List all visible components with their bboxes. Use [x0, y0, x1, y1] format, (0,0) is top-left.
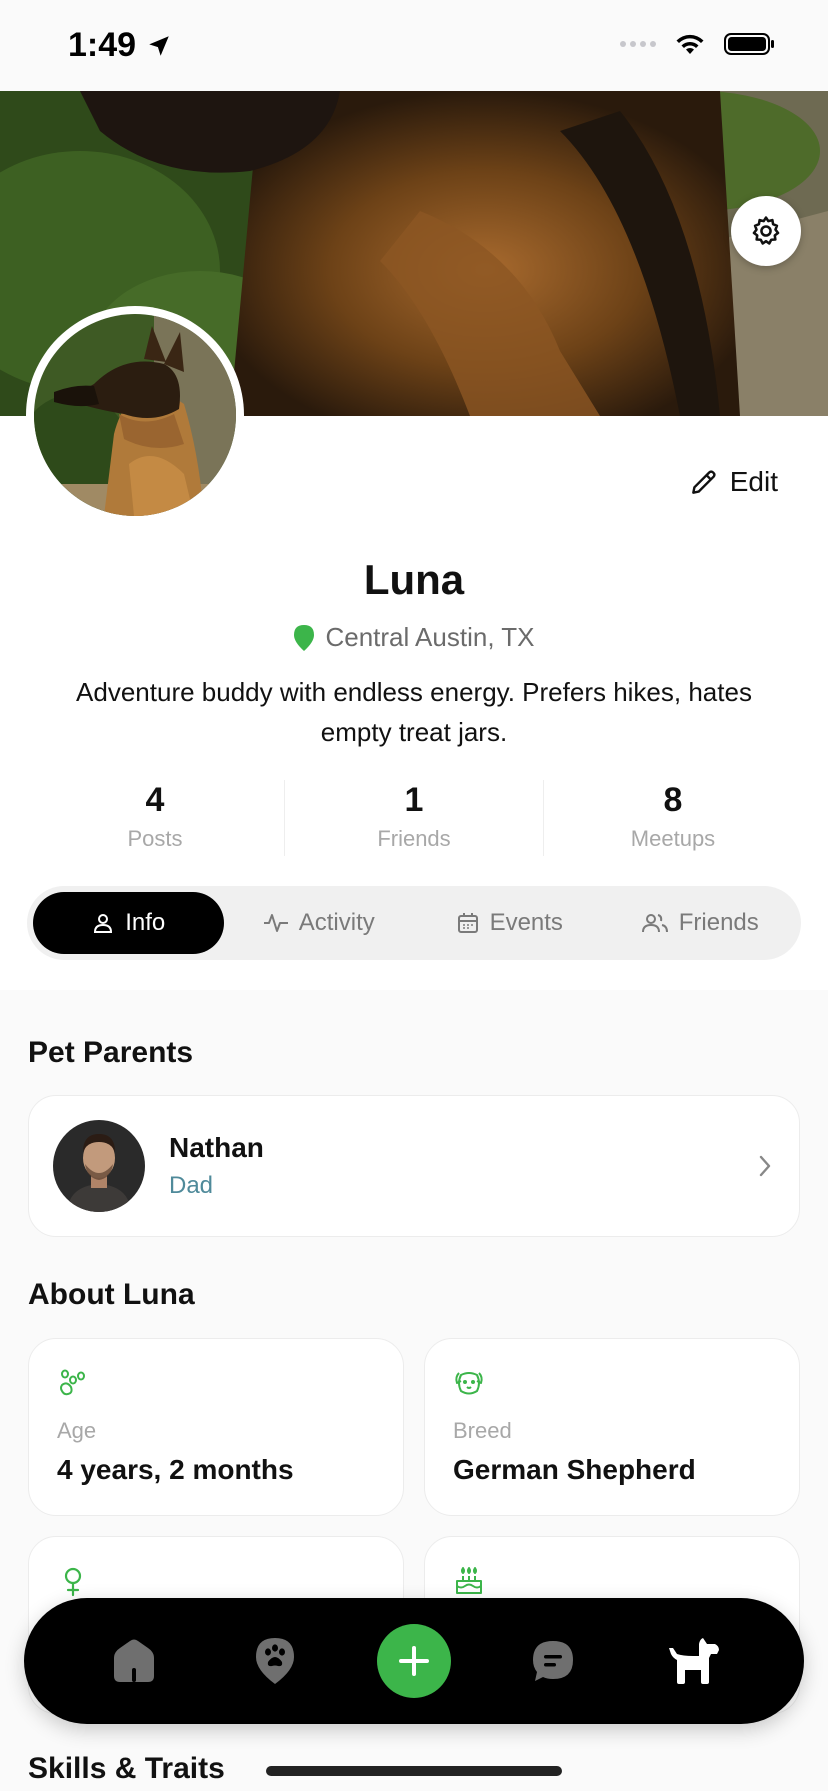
stat-label: Posts	[127, 826, 183, 851]
stat-label: Meetups	[630, 826, 716, 851]
status-indicators	[620, 32, 776, 56]
stat-friends[interactable]: 1 Friends	[284, 780, 543, 856]
info-value: German Shepherd	[453, 1454, 696, 1485]
parent-name: Nathan	[169, 1132, 264, 1163]
battery-icon	[724, 33, 774, 55]
nav-pet-map[interactable]	[237, 1623, 313, 1699]
profile-tabs: Info Activity Events Friends	[27, 886, 801, 960]
about-title: About Luna	[28, 1278, 195, 1311]
pet-parents-title: Pet Parents	[28, 1036, 194, 1069]
stat-meetups[interactable]: 8 Meetups	[543, 780, 802, 856]
info-value: 4 years, 2 months	[57, 1454, 294, 1485]
pet-location-icon	[255, 1638, 294, 1684]
stat-value: 8	[663, 781, 683, 819]
nav-messages[interactable]	[515, 1623, 591, 1699]
edit-label: Edit	[729, 466, 778, 497]
chat-icon	[533, 1641, 574, 1681]
tab-activity[interactable]: Activity	[224, 892, 415, 954]
location-text: Central Austin, TX	[325, 622, 535, 652]
pet-avatar-image	[34, 314, 236, 516]
dog-face-icon	[455, 1372, 483, 1395]
tab-events[interactable]: Events	[414, 892, 605, 954]
status-bar: 1:49	[0, 0, 828, 91]
person-icon	[94, 914, 113, 933]
activity-icon	[263, 914, 288, 932]
pet-name: Luna	[363, 556, 465, 603]
parent-avatar	[53, 1120, 145, 1212]
pet-parent-card[interactable]: Nathan Dad	[28, 1095, 800, 1237]
tab-label: Activity	[298, 909, 375, 936]
stat-posts[interactable]: 4 Posts	[26, 780, 284, 856]
stat-label: Friends	[377, 826, 451, 851]
nav-home[interactable]	[96, 1623, 172, 1699]
tab-label: Friends	[678, 909, 759, 936]
stat-value: 4	[145, 781, 165, 819]
people-icon	[641, 914, 668, 933]
tab-label: Info	[125, 909, 166, 936]
info-card-age: Age 4 years, 2 months	[28, 1338, 404, 1516]
paw-icon	[60, 1369, 85, 1396]
info-label: Age	[57, 1418, 97, 1443]
female-icon	[64, 1567, 82, 1597]
info-label: Breed	[453, 1418, 512, 1443]
tab-label: Events	[489, 909, 563, 936]
add-button[interactable]	[376, 1624, 451, 1698]
location-pin-icon	[294, 624, 315, 651]
tab-friends[interactable]: Friends	[605, 892, 796, 954]
skills-title: Skills & Traits	[28, 1752, 225, 1785]
pet-bio: Adventure buddy with endless energy. Pre…	[76, 677, 752, 747]
pencil-icon	[691, 470, 716, 494]
cellular-signal-icon	[620, 41, 656, 47]
gear-icon	[752, 216, 780, 245]
settings-button[interactable]	[731, 196, 801, 266]
cake-icon	[456, 1567, 482, 1594]
pet-avatar[interactable]	[26, 306, 244, 524]
home-icon	[114, 1639, 155, 1682]
status-time: 1:49	[68, 26, 172, 65]
location: Central Austin, TX	[0, 622, 828, 653]
edit-button[interactable]: Edit	[688, 466, 778, 498]
calendar-icon	[457, 913, 478, 933]
parent-role: Dad	[169, 1172, 214, 1199]
wifi-icon	[676, 34, 704, 54]
tab-info[interactable]: Info	[33, 892, 224, 954]
stats-row: 4 Posts 1 Friends 8 Meetups	[26, 780, 802, 856]
bottom-nav	[24, 1598, 804, 1724]
dog-icon	[668, 1638, 719, 1684]
stat-value: 1	[404, 781, 424, 819]
status-time-label: 1:49	[68, 26, 137, 64]
chevron-right-icon	[759, 1155, 771, 1177]
home-indicator[interactable]	[266, 1766, 562, 1776]
add-icon	[398, 1646, 429, 1676]
location-arrow-icon	[149, 35, 169, 56]
nav-pet-profile[interactable]	[656, 1623, 732, 1699]
info-card-breed: Breed German Shepherd	[424, 1338, 800, 1516]
parent-info: Nathan Dad	[169, 1132, 755, 1200]
